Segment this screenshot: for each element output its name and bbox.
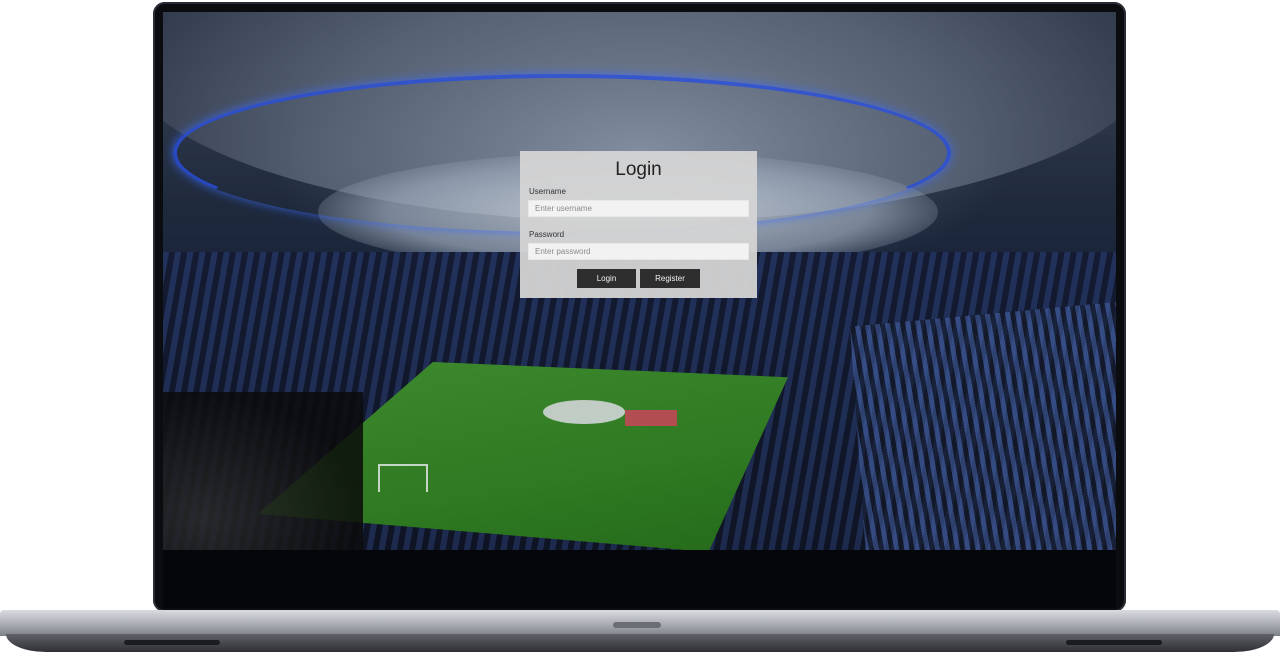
- username-input[interactable]: [528, 200, 749, 217]
- laptop-mockup: Login Username Password Login Register: [0, 0, 1280, 657]
- login-title: Login: [615, 159, 662, 180]
- button-row: Login Register: [528, 269, 749, 288]
- crowd-foreground: [163, 392, 363, 550]
- register-button[interactable]: Register: [640, 269, 700, 288]
- laptop-foot-right: [1066, 640, 1162, 645]
- goal-net: [378, 464, 428, 492]
- login-button[interactable]: Login: [577, 269, 636, 288]
- login-panel: Login Username Password Login Register: [520, 151, 757, 298]
- screen-bezel-chin: [163, 550, 1116, 608]
- pitch-center-logo-secondary: [625, 410, 677, 426]
- laptop-foot-left: [124, 640, 220, 645]
- password-input[interactable]: [528, 243, 749, 260]
- pitch-center-logo: [543, 400, 625, 424]
- laptop-screen: Login Username Password Login Register: [163, 12, 1116, 550]
- password-label: Password: [529, 230, 565, 239]
- username-label: Username: [529, 187, 566, 196]
- lid-opening-notch: [613, 622, 661, 628]
